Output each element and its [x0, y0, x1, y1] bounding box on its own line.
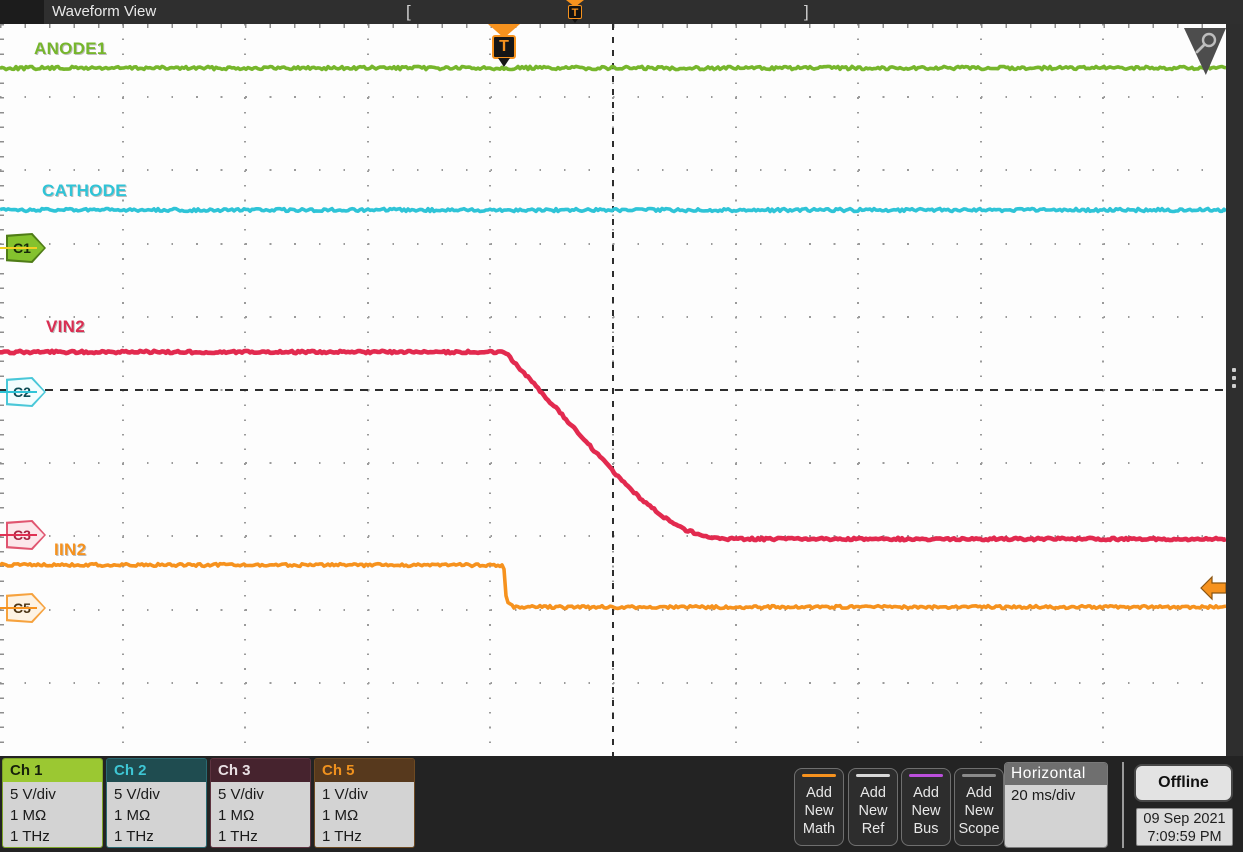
ch1-impedance: 1 MΩ — [10, 805, 102, 826]
c2-reference-line — [0, 391, 37, 393]
bus-accent-line — [909, 774, 943, 777]
trigger-marker-tail — [572, 19, 578, 23]
ch5-badge-title: Ch 5 — [315, 759, 414, 782]
zoom-window-left-bracket: [ — [406, 1, 411, 23]
right-panel-strip — [1226, 24, 1243, 756]
trigger-marker-tail — [498, 58, 510, 67]
date-text: 09 Sep 2021 — [1137, 810, 1232, 828]
c3-reference-line — [0, 534, 37, 536]
ch5-impedance: 1 MΩ — [322, 805, 414, 826]
oscilloscope-app: Waveform View [ ] T ANODE1 CATHODE VIN2 … — [0, 0, 1243, 852]
view-title: Waveform View — [52, 0, 156, 24]
ch2-impedance: 1 MΩ — [114, 805, 206, 826]
channel-badge-ch3[interactable]: Ch 3 5 V/div 1 MΩ 1 THz — [210, 758, 311, 848]
vin2-trace — [0, 351, 1226, 540]
ch3-scale: 5 V/div — [218, 784, 310, 805]
ch1-bandwidth: 1 THz — [10, 826, 102, 847]
channel-badge-ch5[interactable]: Ch 5 1 V/div 1 MΩ 1 THz — [314, 758, 415, 848]
ch3-badge-title: Ch 3 — [211, 759, 310, 782]
ch3-bandwidth: 1 THz — [218, 826, 310, 847]
add-new-scope-button[interactable]: Add New Scope — [954, 768, 1004, 846]
trigger-t-icon: T — [568, 5, 582, 19]
add-new-ref-button[interactable]: Add New Ref — [848, 768, 898, 846]
ch5-scale: 1 V/div — [322, 784, 414, 805]
ch1-scale: 5 V/div — [10, 784, 102, 805]
waveform-graticule: ANODE1 CATHODE VIN2 IIN2 C1 C2 C3 C5 — [0, 24, 1226, 756]
add-new-bus-button[interactable]: Add New Bus — [901, 768, 951, 846]
datetime-display[interactable]: 09 Sep 2021 7:09:59 PM — [1136, 808, 1233, 846]
scope-accent-line — [962, 774, 996, 777]
c5-reference-line — [0, 607, 37, 609]
channel-badge-ch1[interactable]: Ch 1 5 V/div 1 MΩ 1 THz — [2, 758, 103, 848]
trace-label-anode1: ANODE1 — [34, 39, 107, 59]
zoom-window-right-bracket: ] — [804, 1, 809, 23]
c1-reference-line — [0, 247, 37, 249]
anode1-trace — [0, 66, 1226, 69]
ch2-scale: 5 V/div — [114, 784, 206, 805]
horizontal-badge[interactable]: Horizontal 20 ms/div — [1004, 762, 1108, 848]
horizontal-scale: 20 ms/div — [1005, 785, 1107, 848]
title-bar: Waveform View [ ] T — [0, 0, 1243, 24]
channel-badge-ch2[interactable]: Ch 2 5 V/div 1 MΩ 1 THz — [106, 758, 207, 848]
time-text: 7:09:59 PM — [1137, 828, 1232, 846]
trigger-position-marker[interactable]: T — [487, 24, 521, 70]
math-accent-line — [802, 774, 836, 777]
panel-drag-handle[interactable] — [1232, 368, 1236, 392]
ch1-badge-title: Ch 1 — [3, 759, 102, 782]
cathode-trace — [0, 209, 1226, 212]
trigger-level-arrow[interactable] — [1200, 573, 1226, 603]
trace-label-vin2: VIN2 — [46, 317, 85, 337]
ref-accent-line — [856, 774, 890, 777]
titlebar-corner — [0, 0, 44, 24]
trace-label-cathode: CATHODE — [42, 181, 127, 201]
badge-bar-divider — [1122, 762, 1124, 848]
horizontal-badge-title: Horizontal — [1005, 763, 1107, 785]
waveform-traces — [0, 24, 1226, 756]
iin2-trace — [0, 564, 1226, 609]
trigger-t-icon: T — [492, 35, 516, 59]
ch5-bandwidth: 1 THz — [322, 826, 414, 847]
trace-label-iin2: IIN2 — [54, 540, 86, 560]
offline-status-button[interactable]: Offline — [1134, 764, 1233, 802]
ch2-badge-title: Ch 2 — [107, 759, 206, 782]
badge-bar: Ch 1 5 V/div 1 MΩ 1 THz Ch 2 5 V/div 1 M… — [0, 756, 1243, 852]
trigger-position-minimap-marker[interactable]: T — [564, 0, 586, 24]
add-new-math-button[interactable]: Add New Math — [794, 768, 844, 846]
ch3-impedance: 1 MΩ — [218, 805, 310, 826]
ch2-bandwidth: 1 THz — [114, 826, 206, 847]
